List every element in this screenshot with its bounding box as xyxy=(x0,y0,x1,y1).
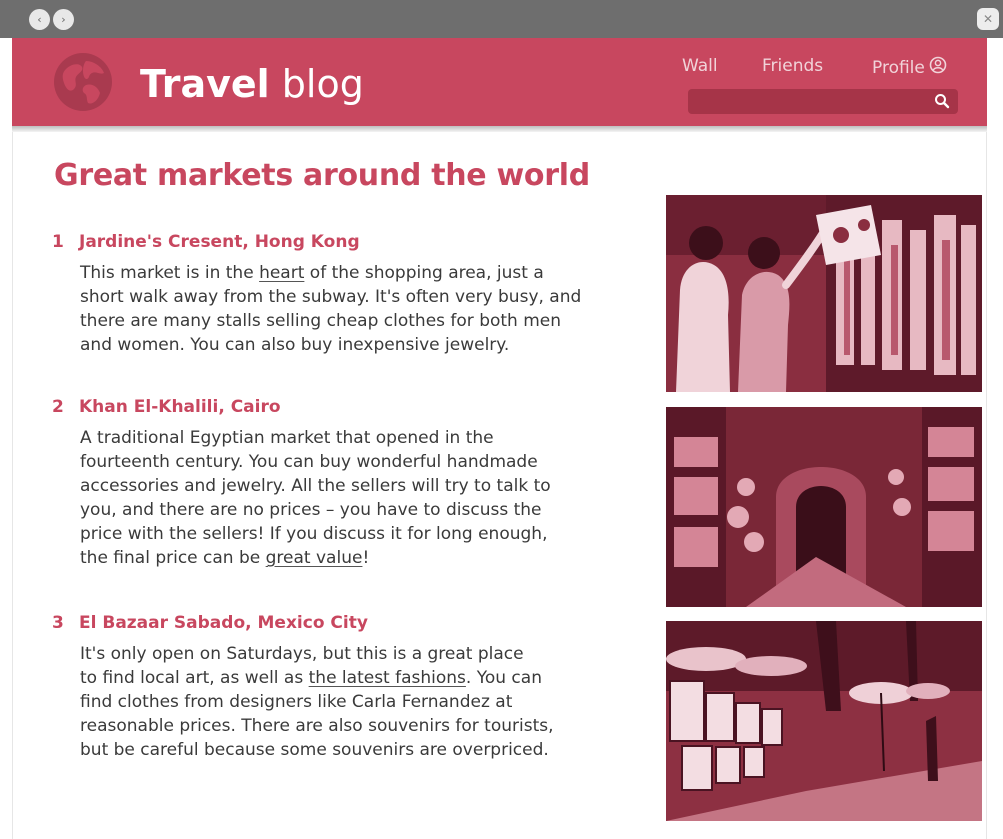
back-button[interactable]: ‹ xyxy=(29,9,50,30)
market-name: El Bazaar Sabado, Mexico City xyxy=(79,613,368,633)
text-line: the final price can be great value! xyxy=(80,546,652,570)
text-line: reasonable prices. There are also souven… xyxy=(80,716,554,736)
nav-profile-link[interactable]: Profile xyxy=(872,56,947,79)
search-icon[interactable] xyxy=(934,93,950,113)
text-line: to find local art, as well as the latest… xyxy=(80,666,652,690)
site-logo[interactable]: Travel blog xyxy=(140,60,364,108)
text-run: of the shopping area, just a xyxy=(304,263,544,283)
text-run: This market is in the xyxy=(80,263,260,283)
text-line: price with the sellers! If you discuss i… xyxy=(80,524,548,544)
text-line: This market is in the heart of the shopp… xyxy=(80,261,652,285)
market-number: 2 xyxy=(52,397,64,417)
text-run: the final price can be xyxy=(80,548,266,568)
market-photo-mexico-city xyxy=(666,621,982,821)
text-line: you, and there are no prices – you have … xyxy=(80,500,542,520)
brand-name-bold: Travel xyxy=(140,62,270,106)
underlined-phrase-great-value: great value xyxy=(265,548,363,568)
text-run: ! xyxy=(362,548,370,568)
site-header: Travel blog Wall Friends Profile xyxy=(12,38,987,126)
underlined-word-heart: heart xyxy=(259,263,305,283)
text-line: but be careful because some souvenirs ar… xyxy=(80,740,549,760)
text-line: It's only open on Saturdays, but this is… xyxy=(80,644,524,664)
market-entry-2: 2 Khan El-Khalili, Cairo A traditional E… xyxy=(52,397,652,570)
market-heading: 1 Jardine's Cresent, Hong Kong xyxy=(52,232,652,258)
market-entry-3: 3 El Bazaar Sabado, Mexico City It's onl… xyxy=(52,613,652,762)
market-entry-1: 1 Jardine's Cresent, Hong Kong This mark… xyxy=(52,232,652,357)
user-icon xyxy=(929,56,947,79)
brand-name-light: blog xyxy=(281,62,364,106)
market-number: 3 xyxy=(52,613,64,633)
market-name: Jardine's Cresent, Hong Kong xyxy=(79,232,360,252)
market-heading: 2 Khan El-Khalili, Cairo xyxy=(52,397,652,423)
text-line: find clothes from designers like Carla F… xyxy=(80,692,513,712)
text-line: and women. You can also buy inexpensive … xyxy=(80,335,510,355)
market-heading: 3 El Bazaar Sabado, Mexico City xyxy=(52,613,652,639)
nav-profile-label: Profile xyxy=(872,57,925,78)
text-line: accessories and jewelry. All the sellers… xyxy=(80,476,551,496)
text-line: A traditional Egyptian market that opene… xyxy=(80,428,494,448)
nav-friends-link[interactable]: Friends xyxy=(762,56,823,76)
nav-wall-link[interactable]: Wall xyxy=(682,56,718,76)
text-line: short walk away from the subway. It's of… xyxy=(80,287,582,307)
market-description: It's only open on Saturdays, but this is… xyxy=(80,642,652,762)
search-bar xyxy=(688,89,958,114)
globe-icon xyxy=(52,51,114,117)
close-window-button[interactable]: ✕ xyxy=(977,8,999,30)
text-line: fourteenth century. You can buy wonderfu… xyxy=(80,452,538,472)
text-run: . You can xyxy=(465,668,542,688)
market-description: This market is in the heart of the shopp… xyxy=(80,261,652,357)
market-name: Khan El-Khalili, Cairo xyxy=(79,397,281,417)
text-line: there are many stalls selling cheap clot… xyxy=(80,311,562,331)
search-input[interactable] xyxy=(688,89,928,114)
market-photo-cairo xyxy=(666,407,982,607)
market-number: 1 xyxy=(52,232,64,252)
market-photo-hong-kong xyxy=(666,195,982,392)
text-run: to find local art, as well as xyxy=(80,668,309,688)
market-description: A traditional Egyptian market that opene… xyxy=(80,426,652,570)
article-title: Great markets around the world xyxy=(54,158,590,193)
underlined-phrase-latest-fashions: the latest fashions xyxy=(308,668,466,688)
browser-chrome: ‹ › ✕ xyxy=(0,0,1003,38)
forward-button[interactable]: › xyxy=(53,9,74,30)
